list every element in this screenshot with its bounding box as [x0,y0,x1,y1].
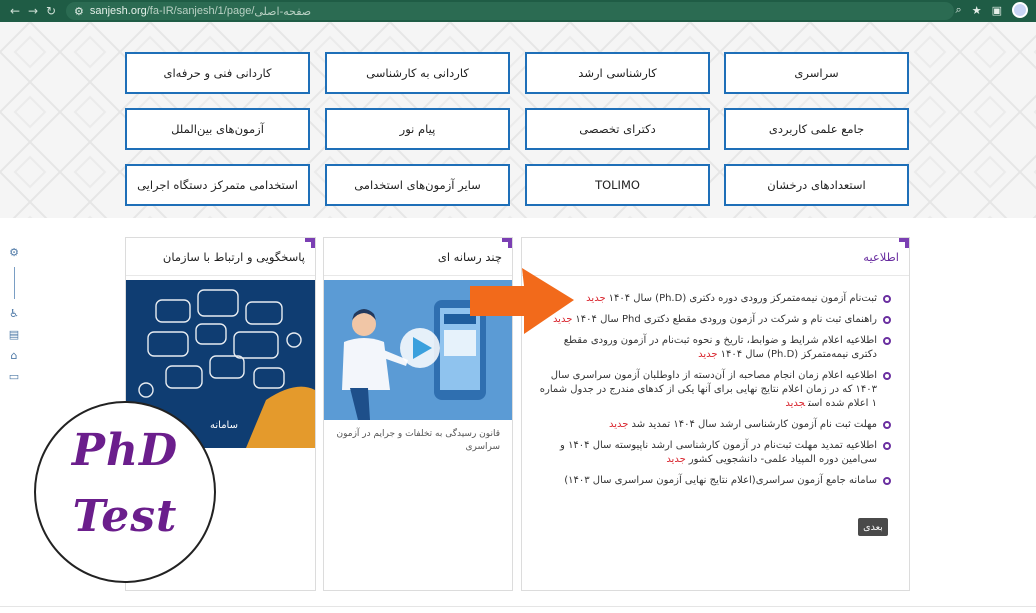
category-label: TOLIMO [595,178,640,192]
media-title: چند رسانه ای [437,249,502,264]
support-card-header: پاسخگویی و ارتباط با سازمان [126,238,315,276]
new-badge: جدید [666,454,686,465]
category-kardani-be-karshenasi[interactable]: کاردانی به کارشناسی [325,52,510,94]
news-item-text: اطلاعیه اعلام زمان انجام مصاحبه از آن‌دس… [539,370,877,409]
category-label: استعدادهای درخشان [767,178,866,192]
orange-arrow [470,268,574,334]
url-page-title: صفحه-اصلی [254,5,312,18]
category-kardani-fanni[interactable]: کاردانی فنی و حرفه‌ای [125,52,310,94]
url-host: sanjesh.org [89,5,147,17]
category-label: آزمون‌های بین‌الملل [171,122,264,136]
news-item[interactable]: راهنمای ثبت نام و شرکت در آزمون ورودی مق… [536,313,891,327]
new-badge: جدید [609,419,629,430]
bullet-icon [883,316,891,324]
news-item-body: راهنمای ثبت نام و شرکت در آزمون ورودی مق… [553,313,877,327]
news-item[interactable]: مهلت ثبت نام آزمون کارشناسی ارشد سال ۱۴۰… [536,418,891,432]
new-badge: جدید [586,293,606,304]
new-badge: جدید [698,349,718,360]
category-payame-noor[interactable]: پیام نور [325,108,510,150]
news-item-text: اطلاعیه اعلام شرایط و ضوابط، تاریخ و نحو… [563,335,877,360]
news-item-body: مهلت ثبت نام آزمون کارشناسی ارشد سال ۱۴۰… [609,418,877,432]
category-label: کاردانی به کارشناسی [366,66,469,80]
hero-section: سراسری کارشناسی ارشد کاردانی به کارشناسی… [0,22,1036,218]
news-item-body: اطلاعیه اعلام زمان انجام مصاحبه از آن‌دس… [536,369,877,411]
category-label: استخدامی متمرکز دستگاه اجرایی [137,178,298,192]
new-badge: جدید [785,398,806,409]
support-banner-text: سامانه [210,420,238,431]
document-icon[interactable]: ▤ [9,328,19,341]
phd-test-badge: PhD Test [34,401,216,583]
next-button[interactable]: بعدی [858,518,888,536]
arrow-left-icon[interactable]: ← [6,4,24,18]
category-doctora[interactable]: دکترای تخصصی [525,108,710,150]
news-item[interactable]: ثبت‌نام آزمون نیمه‌متمرکز ورودی دوره دکت… [536,292,891,306]
news-card-header: اطلاعیه [522,238,909,276]
news-item-text: سامانه جامع آزمون سراسری(اعلام نتایج نها… [564,475,877,486]
bullet-icon [883,442,891,450]
category-sayer-estekhdami[interactable]: سایر آزمون‌های استخدامی [325,164,510,206]
category-label: دکترای تخصصی [579,122,656,136]
news-item-text: اطلاعیه تمدید مهلت ثبت‌نام در آزمون کارش… [560,440,877,465]
news-item[interactable]: سامانه جامع آزمون سراسری(اعلام نتایج نها… [536,474,891,488]
category-estekhdami-motamarkez[interactable]: استخدامی متمرکز دستگاه اجرایی [125,164,310,206]
news-card: اطلاعیه ثبت‌نام آزمون نیمه‌متمرکز ورودی … [521,237,910,591]
profile-avatar[interactable] [1012,2,1028,18]
support-title: پاسخگویی و ارتباط با سازمان [162,249,305,264]
bullet-icon [883,337,891,345]
bullet-icon [883,295,891,303]
news-item-body: ثبت‌نام آزمون نیمه‌متمرکز ورودی دوره دکت… [586,292,877,306]
category-arshad[interactable]: کارشناسی ارشد [525,52,710,94]
category-label: سایر آزمون‌های استخدامی [354,178,481,192]
category-tolimo[interactable]: TOLIMO [525,164,710,206]
news-item-body: اطلاعیه اعلام شرایط و ضوابط، تاریخ و نحو… [536,334,877,362]
category-label: کارشناسی ارشد [578,66,657,80]
settings-icon[interactable]: ⚙ [9,246,19,259]
site-info-icon[interactable]: ⚙ [74,5,84,18]
news-title: اطلاعیه [863,249,899,264]
news-item[interactable]: اطلاعیه تمدید مهلت ثبت‌نام در آزمون کارش… [536,439,891,467]
footer-divider [0,606,1036,607]
news-item[interactable]: اطلاعیه اعلام زمان انجام مصاحبه از آن‌دس… [536,369,891,411]
url-path: /fa-IR/sanjesh/1/page/ [146,5,255,17]
rail-divider [13,267,15,299]
card-corner-accent [502,238,512,248]
bullet-icon [883,421,891,429]
card-corner-accent [305,238,315,248]
news-item-body: اطلاعیه تمدید مهلت ثبت‌نام در آزمون کارش… [536,439,877,467]
home-icon[interactable]: ⌂ [11,349,18,362]
category-label: سراسری [794,66,839,80]
puzzle-icon[interactable]: ▣ [992,4,1002,17]
arrow-right-icon[interactable]: → [24,4,42,18]
star-icon[interactable]: ★ [972,4,982,17]
category-jame-elmi[interactable]: جامع علمی کاربردی [724,108,909,150]
category-beynolmelal[interactable]: آزمون‌های بین‌الملل [125,108,310,150]
browser-toolbar: ← → ↻ ⚙ sanjesh.org /fa-IR/sanjesh/1/pag… [0,0,1036,22]
refresh-icon[interactable]: ↻ [42,4,60,18]
card-corner-accent [899,238,909,248]
badge-line-2: Test [72,491,178,542]
bullet-icon [883,372,891,380]
category-estedad-derakhshan[interactable]: استعدادهای درخشان [724,164,909,206]
news-item-body: سامانه جامع آزمون سراسری(اعلام نتایج نها… [564,474,877,488]
news-list: ثبت‌نام آزمون نیمه‌متمرکز ورودی دوره دکت… [522,276,909,488]
category-label: پیام نور [399,122,436,136]
category-label: جامع علمی کاربردی [768,122,865,136]
bullet-icon [883,477,891,485]
accessibility-icon[interactable]: ♿ [9,307,19,320]
zoom-icon[interactable]: ⌕ [956,3,962,17]
news-item-text: ثبت‌نام آزمون نیمه‌متمرکز ورودی دوره دکت… [608,293,877,304]
badge-line-1: PhD [71,425,179,476]
news-item-text: مهلت ثبت نام آزمون کارشناسی ارشد سال ۱۴۰… [631,419,877,430]
chat-icon[interactable]: ▭ [9,370,19,383]
category-label: کاردانی فنی و حرفه‌ای [163,66,272,80]
category-sarasari[interactable]: سراسری [724,52,909,94]
news-item[interactable]: اطلاعیه اعلام شرایط و ضوابط، تاریخ و نحو… [536,334,891,362]
accessibility-rail: ⚙ ♿ ▤ ⌂ ▭ [6,246,22,383]
news-item-text: راهنمای ثبت نام و شرکت در آزمون ورودی مق… [575,314,877,325]
address-bar[interactable]: ⚙ sanjesh.org /fa-IR/sanjesh/1/page/ صفح… [66,2,954,20]
media-caption[interactable]: قانون رسیدگی به تخلفات و جرایم در آزمون … [336,428,501,454]
